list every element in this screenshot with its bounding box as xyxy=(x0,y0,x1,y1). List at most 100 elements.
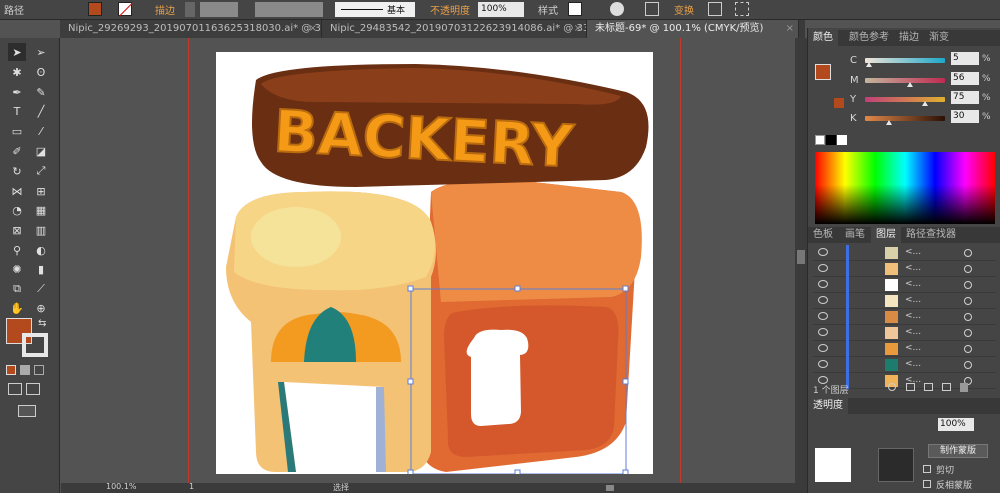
stroke-swatch[interactable] xyxy=(118,2,133,17)
hscroll-thumb[interactable] xyxy=(606,485,614,491)
gradient-mode-icon[interactable] xyxy=(20,365,30,375)
line-tool-icon[interactable]: ╱ xyxy=(32,102,50,120)
create-sublayer-icon[interactable] xyxy=(924,383,933,391)
locate-object-icon[interactable] xyxy=(888,383,896,391)
target-circle-icon[interactable] xyxy=(964,345,972,353)
color-spectrum[interactable] xyxy=(815,152,995,224)
type-tool-icon[interactable]: T xyxy=(8,102,26,120)
transform-label[interactable]: 变换 xyxy=(674,2,694,17)
selection-handle[interactable] xyxy=(514,469,521,476)
target-circle-icon[interactable] xyxy=(964,361,972,369)
make-mask-button[interactable]: 制作蒙版 xyxy=(928,444,988,458)
selection-handle[interactable] xyxy=(407,378,414,385)
selection-handle[interactable] xyxy=(622,378,629,385)
close-icon[interactable]: × xyxy=(309,20,317,38)
lasso-tool-icon[interactable]: ʘ xyxy=(32,63,50,81)
layer-row[interactable]: <... xyxy=(813,261,996,277)
selection-handle[interactable] xyxy=(407,285,414,292)
visibility-eye-icon[interactable] xyxy=(818,312,828,320)
magic-wand-tool-icon[interactable]: ✱ xyxy=(8,63,26,81)
visibility-eye-icon[interactable] xyxy=(818,248,828,256)
tab-color[interactable]: 颜色 xyxy=(808,30,838,46)
page-field[interactable]: 1 xyxy=(189,482,194,491)
stroke-weight-field[interactable] xyxy=(200,2,238,17)
visibility-eye-icon[interactable] xyxy=(818,360,828,368)
close-icon[interactable]: × xyxy=(786,20,794,38)
draw-normal-icon[interactable] xyxy=(8,383,22,395)
tab-transparency[interactable]: 透明度 xyxy=(808,398,848,414)
vertical-scrollbar[interactable] xyxy=(795,38,807,483)
eyedropper-tool-icon[interactable]: ⚲ xyxy=(8,241,26,259)
selection-handle[interactable] xyxy=(407,469,414,476)
tab-brushes[interactable]: 画笔 xyxy=(840,227,870,243)
layer-name[interactable]: <... xyxy=(905,327,921,337)
layer-row[interactable]: <... xyxy=(813,357,996,373)
perspective-grid-tool-icon[interactable]: ▦ xyxy=(32,201,50,219)
scrollbar-thumb[interactable] xyxy=(797,250,805,264)
target-circle-icon[interactable] xyxy=(964,249,972,257)
pen-tool-icon[interactable]: ✒ xyxy=(8,83,26,101)
m-value-field[interactable]: 56 xyxy=(951,72,979,85)
layer-name[interactable]: <... xyxy=(905,343,921,353)
zoom-tool-icon[interactable]: ⊕ xyxy=(32,299,50,317)
paintbrush-tool-icon[interactable]: ⁄ xyxy=(32,122,50,140)
slider-thumb[interactable] xyxy=(906,82,913,87)
none-mode-icon[interactable] xyxy=(34,365,44,375)
brush-definition-field[interactable]: 基本 xyxy=(335,2,415,17)
layer-name[interactable]: <... xyxy=(905,311,921,321)
tab-stroke[interactable]: 描边 xyxy=(894,30,924,46)
layer-row[interactable]: <... xyxy=(813,277,996,293)
rectangle-tool-icon[interactable]: ▭ xyxy=(8,122,26,140)
select-similar-icon[interactable] xyxy=(735,2,749,16)
visibility-eye-icon[interactable] xyxy=(818,344,828,352)
pencil-tool-icon[interactable]: ✐ xyxy=(8,142,26,160)
target-circle-icon[interactable] xyxy=(964,313,972,321)
bakery-illustration[interactable]: BACKERY xyxy=(216,52,653,476)
symbol-sprayer-tool-icon[interactable]: ✺ xyxy=(8,260,26,278)
layer-name[interactable]: <... xyxy=(905,295,921,305)
slider-thumb[interactable] xyxy=(866,62,872,67)
make-clipping-mask-icon[interactable] xyxy=(906,383,915,391)
align-icon[interactable] xyxy=(645,2,659,16)
scale-tool-icon[interactable]: ⤢ xyxy=(32,162,50,180)
y-value-field[interactable]: 75 xyxy=(951,91,979,104)
layer-row[interactable]: <... xyxy=(813,341,996,357)
layer-name[interactable]: <... xyxy=(905,247,921,257)
canvas[interactable]: BACKERY xyxy=(61,38,795,483)
selection-handle[interactable] xyxy=(622,285,629,292)
new-layer-icon[interactable] xyxy=(942,383,951,391)
white-swatch[interactable] xyxy=(837,135,847,145)
selection-handle[interactable] xyxy=(622,469,629,476)
stroke-label[interactable]: 描边 xyxy=(155,2,175,17)
draw-behind-icon[interactable] xyxy=(26,383,40,395)
rotate-tool-icon[interactable]: ↻ xyxy=(8,162,26,180)
column-graph-tool-icon[interactable]: ▮ xyxy=(32,260,50,278)
mesh-tool-icon[interactable]: ⊠ xyxy=(8,221,26,239)
shape-builder-tool-icon[interactable]: ◔ xyxy=(8,201,26,219)
clip-checkbox[interactable] xyxy=(923,465,931,473)
stroke-weight-stepper[interactable] xyxy=(185,2,195,17)
width-tool-icon[interactable]: ⋈ xyxy=(8,182,26,200)
transparency-opacity-field[interactable]: 100% xyxy=(938,418,974,431)
object-thumbnail[interactable] xyxy=(815,448,851,482)
free-transform-tool-icon[interactable]: ⊞ xyxy=(32,182,50,200)
target-circle-icon[interactable] xyxy=(964,329,972,337)
tab-document-1[interactable]: Nipic_29269293_20190701163625318030.ai* … xyxy=(60,20,322,38)
visibility-eye-icon[interactable] xyxy=(818,264,828,272)
layer-name[interactable]: <... xyxy=(905,263,921,273)
layer-row[interactable]: <... xyxy=(813,325,996,341)
slice-tool-icon[interactable]: ⟋ xyxy=(32,280,50,298)
visibility-eye-icon[interactable] xyxy=(818,296,828,304)
tab-layers[interactable]: 图层 xyxy=(871,227,901,243)
k-value-field[interactable]: 30 xyxy=(951,110,979,123)
trash-icon[interactable] xyxy=(960,383,968,392)
layer-name[interactable]: <... xyxy=(905,359,921,369)
graphic-style-swatch[interactable] xyxy=(568,2,582,16)
visibility-eye-icon[interactable] xyxy=(818,280,828,288)
slider-thumb[interactable] xyxy=(922,101,928,106)
layer-name[interactable]: <... xyxy=(905,279,921,289)
gradient-tool-icon[interactable]: ▥ xyxy=(32,221,50,239)
layer-row[interactable]: <... xyxy=(813,245,996,261)
layer-row[interactable]: <... xyxy=(813,293,996,309)
eraser-tool-icon[interactable]: ◪ xyxy=(32,142,50,160)
